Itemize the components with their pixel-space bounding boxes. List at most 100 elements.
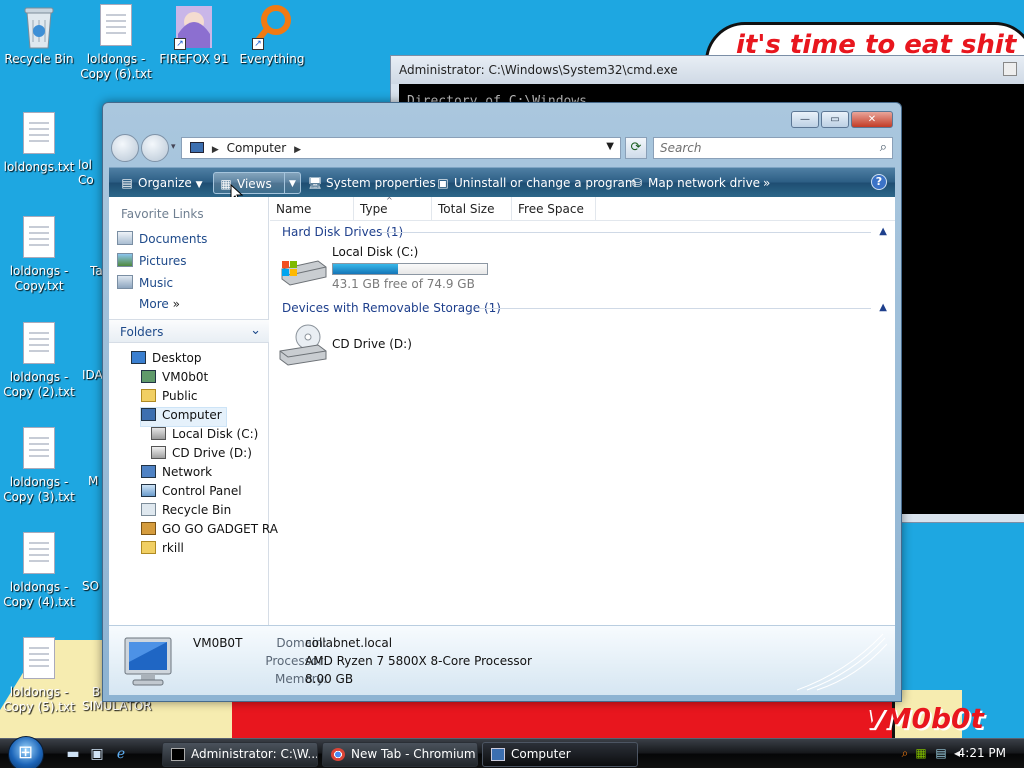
desktop-icon-everything[interactable]: ↗ Everything: [234, 4, 310, 67]
collapse-group-icon[interactable]: ▲: [879, 302, 887, 313]
group-hard-disk-drives[interactable]: Hard Disk Drives (1): [282, 225, 403, 241]
toolbar-overflow-button[interactable]: »: [759, 172, 774, 194]
cmd-title[interactable]: Administrator: C:\Windows\System32\cmd.e…: [391, 56, 1024, 84]
desktop-icon-partial[interactable]: lol: [78, 158, 102, 173]
task-computer[interactable]: Computer: [482, 742, 638, 767]
decorative-swoosh: [797, 633, 887, 691]
tree-folder-rkill[interactable]: rkill: [141, 541, 184, 559]
explorer-window[interactable]: — ▭ ✕ ▾ ▶ Computer ▶ ▼ ⟳ Search ⌕ ▤ Organ…: [102, 102, 902, 702]
desktop-icon-recycle-bin[interactable]: Recycle Bin: [1, 4, 77, 67]
search-placeholder: Search: [660, 141, 702, 155]
text-file-icon: [19, 637, 59, 683]
everything-tray-icon[interactable]: ⌕: [898, 746, 912, 760]
documents-icon: [117, 231, 133, 245]
column-total-size[interactable]: Total Size: [432, 197, 512, 221]
breadcrumb-computer[interactable]: Computer: [227, 141, 287, 155]
help-icon[interactable]: ?: [871, 174, 887, 190]
column-free-space[interactable]: Free Space: [512, 197, 596, 221]
text-file-icon: [19, 112, 59, 158]
chevron-right-icon[interactable]: ▶: [294, 145, 301, 155]
desktop-icon-partial[interactable]: IDA: [82, 368, 104, 383]
desktop-icon-file[interactable]: loldongs - Copy (5).txt: [1, 637, 77, 715]
domain-value: collabnet.local: [305, 636, 393, 650]
favorite-documents[interactable]: Documents: [117, 231, 207, 249]
favorite-pictures[interactable]: Pictures: [117, 253, 187, 271]
group-removable-storage[interactable]: Devices with Removable Storage (1): [282, 301, 501, 317]
search-input[interactable]: Search ⌕: [653, 137, 893, 159]
tree-local-disk[interactable]: Local Disk (C:): [151, 427, 258, 445]
folder-icon: [141, 541, 156, 554]
tree-public[interactable]: Public: [141, 389, 198, 407]
start-button[interactable]: [8, 736, 44, 768]
caption-buttons: — ▭ ✕: [791, 111, 893, 128]
address-bar[interactable]: ▶ Computer ▶ ▼: [181, 137, 621, 159]
recent-pages-dropdown[interactable]: ▾: [171, 142, 176, 152]
organize-button[interactable]: ▤ Organize ▼: [115, 172, 207, 194]
computer-icon: [190, 142, 204, 153]
favorite-more[interactable]: More »: [139, 297, 180, 315]
tree-user-folder[interactable]: VM0b0t: [141, 370, 208, 388]
cmd-maximize-button[interactable]: [1003, 62, 1017, 76]
internet-explorer-icon[interactable]: ℯ: [112, 745, 130, 763]
switch-windows-icon[interactable]: ▣: [88, 745, 106, 763]
group-divider: [380, 232, 871, 233]
computer-name: VM0B0T: [193, 636, 243, 650]
cd-drive-item-icon[interactable]: [278, 323, 328, 367]
desktop-icon-file[interactable]: loldongs - Copy (6).txt: [78, 4, 154, 82]
wallpaper-signature: VM0b0t: [862, 702, 984, 735]
column-name[interactable]: Name: [270, 197, 354, 221]
map-network-drive-button[interactable]: ⛁ Map network drive: [625, 172, 764, 194]
uninstall-program-button[interactable]: ▣ Uninstall or change a program: [431, 172, 641, 194]
desktop-icon-file[interactable]: loldongs - Copy (3).txt: [1, 427, 77, 505]
desktop-icon-file[interactable]: loldongs - Copy.txt: [1, 216, 77, 294]
collapse-group-icon[interactable]: ▲: [879, 226, 887, 237]
tree-recycle-bin[interactable]: Recycle Bin: [141, 503, 231, 521]
task-chromium[interactable]: New Tab - Chromium: [322, 742, 478, 767]
cd-drive-icon: [151, 446, 166, 459]
column-type[interactable]: Type ^: [354, 196, 432, 221]
show-desktop-icon[interactable]: ▬: [64, 745, 82, 763]
search-icon[interactable]: ⌕: [880, 140, 887, 155]
network-tray-icon[interactable]: ▤: [934, 746, 948, 760]
clock[interactable]: 4:21 PM: [958, 746, 1006, 760]
computer-icon: [491, 748, 505, 761]
chevron-down-icon[interactable]: ⌄: [250, 323, 261, 338]
tree-desktop[interactable]: Desktop: [131, 351, 202, 369]
tree-cd-drive[interactable]: CD Drive (D:): [151, 446, 252, 464]
desktop-icon-file[interactable]: loldongs - Copy (4).txt: [1, 532, 77, 610]
address-dropdown-icon[interactable]: ▼: [606, 141, 614, 152]
refresh-button[interactable]: ⟳: [625, 137, 647, 159]
file-list-pane: Name Type ^ Total Size Free Space Hard Di…: [270, 196, 895, 625]
app-tray-icon[interactable]: ▦: [914, 746, 928, 760]
tree-network[interactable]: Network: [141, 465, 212, 483]
chromium-icon: [331, 748, 345, 761]
views-dropdown-icon[interactable]: ▼: [284, 173, 300, 193]
task-cmd[interactable]: Administrator: C:\W...: [162, 742, 318, 767]
back-button[interactable]: [111, 134, 139, 162]
desktop-icon-firefox[interactable]: ↗ FIREFOX 91: [156, 4, 232, 67]
text-file-icon: [19, 322, 59, 368]
system-properties-button[interactable]: 🖥 System properties: [303, 172, 440, 194]
magnifier-icon: ↗: [252, 4, 292, 50]
forward-button[interactable]: [141, 134, 169, 162]
views-button[interactable]: ▦ Views ▼: [213, 172, 301, 194]
cd-drive-icon: [279, 324, 327, 366]
maximize-button[interactable]: ▭: [821, 111, 849, 128]
local-disk-item-icon[interactable]: [278, 255, 328, 287]
desktop-icon-partial[interactable]: Co: [78, 173, 102, 188]
tree-folder-gadget[interactable]: GO GO GADGET RA: [141, 522, 278, 540]
favorite-music[interactable]: Music: [117, 275, 173, 293]
desktop-icon-file[interactable]: loldongs - Copy (2).txt: [1, 322, 77, 400]
tree-control-panel[interactable]: Control Panel: [141, 484, 242, 502]
cd-drive-name[interactable]: CD Drive (D:): [332, 337, 412, 351]
close-button[interactable]: ✕: [851, 111, 893, 128]
folders-header[interactable]: Folders ⌄: [109, 319, 269, 343]
desktop-icon-partial[interactable]: SO: [82, 579, 104, 594]
local-disk-name[interactable]: Local Disk (C:): [332, 245, 418, 259]
details-pane: VM0B0T Domain: collabnet.local Processor…: [109, 625, 895, 695]
text-file-icon: [19, 532, 59, 578]
organize-icon: ▤: [121, 176, 133, 190]
minimize-button[interactable]: —: [791, 111, 819, 128]
desktop-icon-file[interactable]: loldongs.txt: [1, 112, 77, 175]
tree-computer[interactable]: Computer: [140, 407, 227, 427]
